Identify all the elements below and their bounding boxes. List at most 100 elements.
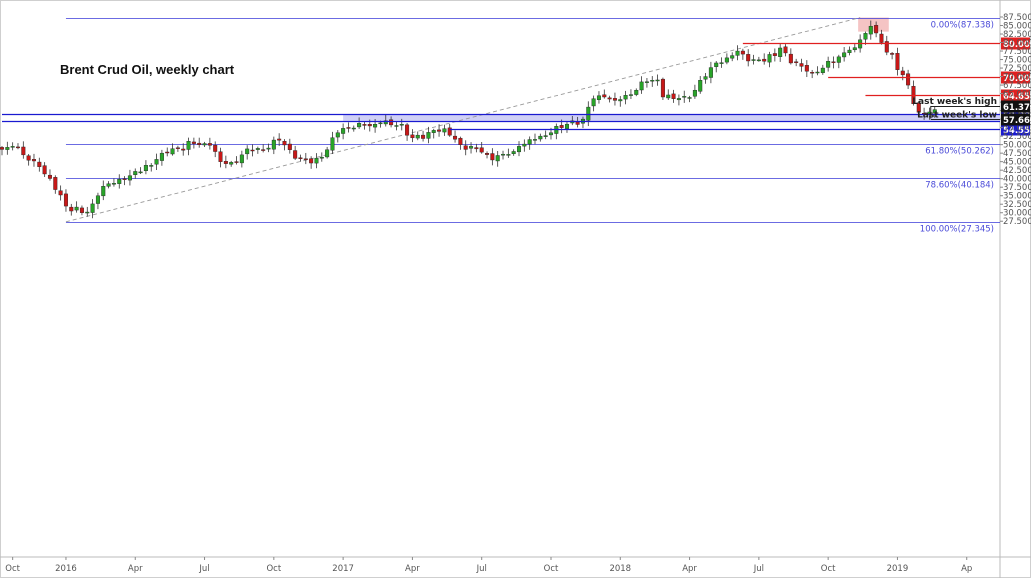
candle-body — [149, 165, 154, 167]
candle-body — [111, 183, 116, 185]
candle-body — [517, 146, 522, 153]
candle-body — [202, 143, 207, 146]
candle-body — [469, 146, 474, 149]
candle-body — [421, 134, 426, 139]
candle-body — [543, 135, 548, 137]
candle-body — [394, 125, 399, 127]
candle-body — [453, 135, 458, 140]
price-tick-label: 70.000 — [1003, 73, 1031, 83]
candle-body — [303, 158, 308, 160]
candle-body — [261, 149, 266, 151]
price-tick-label: 77.500 — [1003, 47, 1031, 57]
candle-body — [90, 203, 95, 213]
candle-body — [559, 125, 564, 128]
candle-body — [756, 59, 761, 62]
candle-body — [820, 67, 825, 74]
time-tick-label: Jul — [198, 564, 209, 574]
candle-body — [69, 206, 74, 212]
price-tick-label: 82.500 — [1003, 30, 1031, 40]
candle-body — [463, 145, 468, 150]
candle-body — [154, 159, 159, 165]
price-tick-label: 40.000 — [1003, 175, 1031, 185]
price-tick-label: 47.500 — [1003, 149, 1031, 159]
price-tick-label: 27.500 — [1003, 217, 1031, 227]
candle-body — [799, 63, 804, 67]
time-tick-label: Apr — [405, 564, 420, 574]
price-tag-label: 61.370 — [1003, 103, 1031, 113]
price-tick-label: 87.500 — [1003, 13, 1031, 23]
candle-body — [906, 73, 911, 86]
candle-body — [719, 62, 724, 64]
time-tick-label: Jul — [753, 564, 764, 574]
candle-body — [426, 132, 431, 139]
candle-body — [485, 153, 490, 155]
candle-body — [159, 152, 164, 161]
candle-body — [127, 175, 132, 181]
candle-body — [740, 50, 745, 55]
time-tick-label: Oct — [544, 564, 559, 574]
candle-body — [575, 121, 580, 125]
candle-body — [341, 128, 346, 134]
chart-canvas: 0.00%(87.338) 61.80%(50.262) 78.60%(40.184… — [0, 0, 1031, 578]
candle-body — [325, 149, 330, 158]
candle-body — [410, 134, 415, 139]
price-tick-label: 67.500 — [1003, 81, 1031, 91]
candle-body — [660, 78, 665, 98]
candle-body — [746, 54, 751, 62]
candle-body — [767, 54, 772, 63]
candle-body — [31, 159, 36, 162]
candle-body — [277, 138, 282, 141]
candle-body — [53, 177, 58, 190]
candle-body — [165, 151, 170, 154]
candle-body — [815, 71, 820, 74]
candle-body — [26, 155, 31, 161]
candle-body — [415, 134, 420, 139]
candle-body — [612, 98, 617, 101]
chart-background-layer — [0, 0, 1031, 578]
candle-body — [106, 183, 111, 187]
candle-body — [255, 148, 260, 150]
candle-body — [879, 33, 884, 43]
candle-body — [666, 94, 671, 99]
chart-title: Brent Crud Oil, weekly chart — [60, 62, 235, 77]
candle-body — [474, 147, 479, 150]
last-week-high-label: Last week's high — [912, 97, 997, 107]
candle-body — [287, 143, 292, 150]
candle-body — [21, 146, 26, 156]
time-tick-label: Jul — [476, 564, 487, 574]
candle-body — [708, 67, 713, 78]
candle-body — [538, 135, 543, 140]
time-tick-label: 2017 — [332, 564, 354, 574]
candle-body — [223, 161, 228, 164]
candle-body — [42, 165, 47, 175]
candle-body — [618, 99, 623, 102]
candle-body — [634, 89, 639, 95]
candle-body — [778, 47, 783, 57]
candle-body — [682, 96, 687, 98]
price-tick-label: 75.000 — [1003, 56, 1031, 66]
fib-level-label: 0.00%(87.338) — [931, 21, 994, 31]
candle-body — [85, 211, 90, 214]
candle-body — [229, 162, 234, 165]
candle-body — [319, 157, 324, 159]
candle-body — [698, 80, 703, 92]
candle-body — [714, 62, 719, 67]
candle-body — [250, 149, 255, 152]
candle-body — [623, 95, 628, 100]
time-tick-label: Oct — [5, 564, 20, 574]
candle-body — [490, 153, 495, 161]
candle-body — [266, 147, 271, 150]
candle-body — [527, 139, 532, 145]
candle-body — [181, 148, 186, 151]
chart-frame — [0, 0, 1031, 578]
time-tick-label: Oct — [821, 564, 836, 574]
candle-body — [389, 119, 394, 126]
time-tick-label: Apr — [682, 564, 697, 574]
candle-body — [639, 81, 644, 91]
candle-body — [762, 58, 767, 62]
candle-body — [175, 147, 180, 149]
candle-body — [703, 76, 708, 80]
candle-body — [314, 157, 319, 164]
candle-body — [63, 193, 68, 207]
candle-body — [330, 137, 335, 151]
